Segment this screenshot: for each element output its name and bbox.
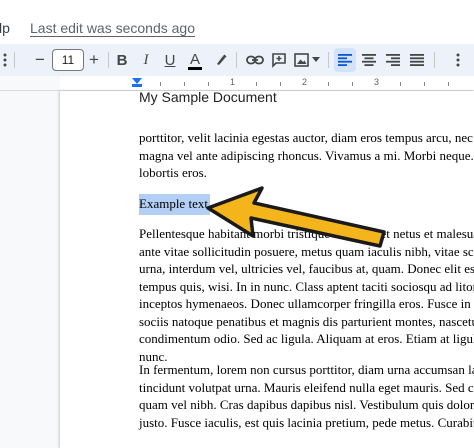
annotation-arrow-icon	[206, 186, 386, 248]
